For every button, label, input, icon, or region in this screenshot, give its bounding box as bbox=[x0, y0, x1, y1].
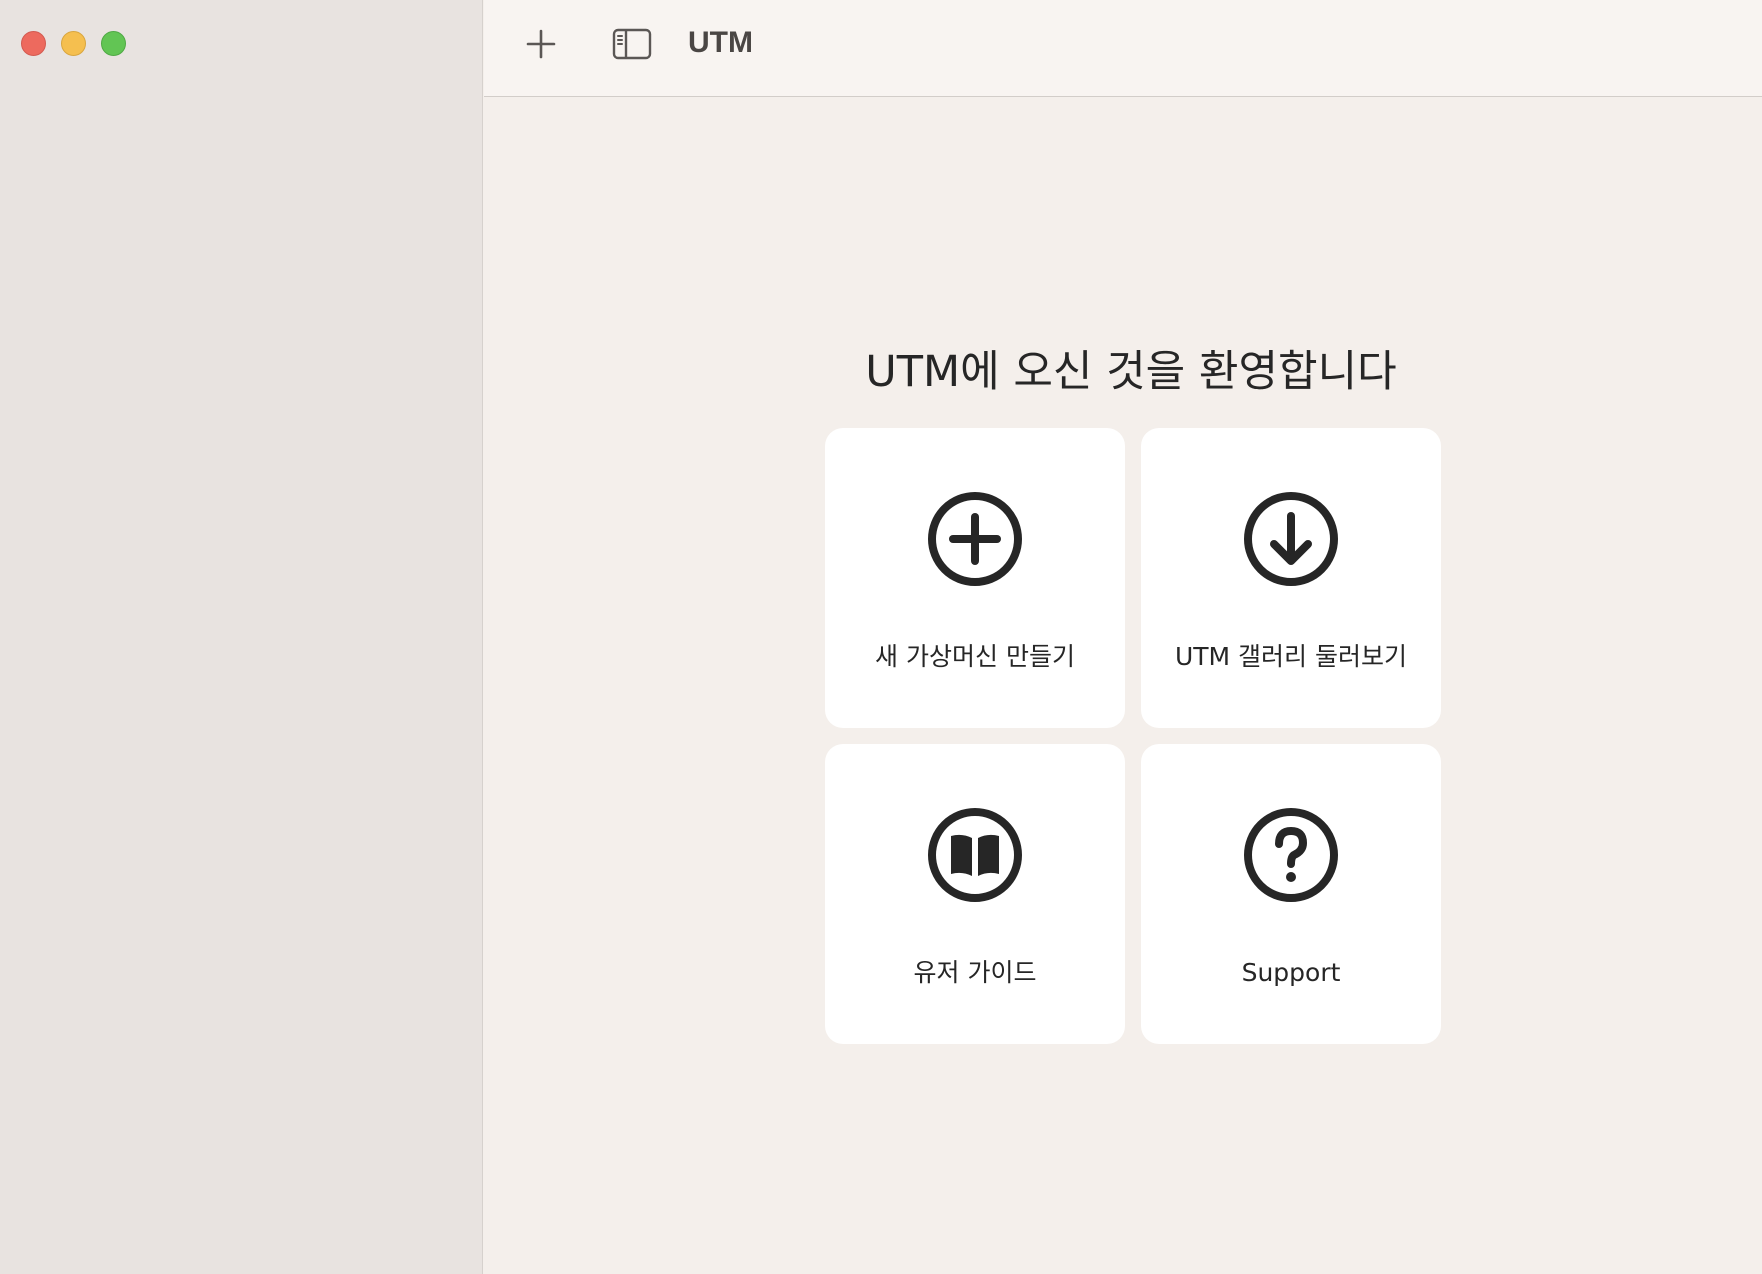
support-label: Support bbox=[1241, 958, 1341, 987]
book-circle-icon bbox=[928, 808, 1022, 902]
support-card[interactable]: Support bbox=[1141, 744, 1441, 1044]
create-vm-card[interactable]: 새 가상머신 만들기 bbox=[825, 428, 1125, 728]
plus-icon bbox=[526, 29, 556, 59]
add-vm-button[interactable] bbox=[519, 22, 563, 66]
welcome-title: UTM에 오신 것을 환영합니다 bbox=[865, 347, 1397, 397]
user-guide-label: 유저 가이드 bbox=[913, 958, 1037, 987]
question-circle-icon bbox=[1244, 808, 1338, 902]
browse-gallery-label: UTM 갤러리 둘러보기 bbox=[1174, 642, 1408, 671]
utm-window: UTM UTM에 오신 것을 환영합니다 새 가상머신 만들기 UTM 갤러리 … bbox=[0, 0, 1762, 1274]
download-circle-icon bbox=[1244, 492, 1338, 586]
welcome-view: UTM에 오신 것을 환영합니다 새 가상머신 만들기 UTM 갤러리 둘러보기 bbox=[484, 97, 1762, 1274]
plus-circle-icon bbox=[928, 492, 1022, 586]
window-title: UTM bbox=[688, 26, 753, 59]
sidebar-toggle-icon bbox=[612, 28, 652, 60]
sidebar bbox=[0, 0, 483, 1274]
create-vm-label: 새 가상머신 만들기 bbox=[875, 642, 1075, 671]
close-window-button[interactable] bbox=[21, 31, 46, 56]
zoom-window-button[interactable] bbox=[101, 31, 126, 56]
toggle-sidebar-button[interactable] bbox=[610, 22, 654, 66]
minimize-window-button[interactable] bbox=[61, 31, 86, 56]
toolbar: UTM bbox=[484, 0, 1762, 97]
browse-gallery-card[interactable]: UTM 갤러리 둘러보기 bbox=[1141, 428, 1441, 728]
user-guide-card[interactable]: 유저 가이드 bbox=[825, 744, 1125, 1044]
